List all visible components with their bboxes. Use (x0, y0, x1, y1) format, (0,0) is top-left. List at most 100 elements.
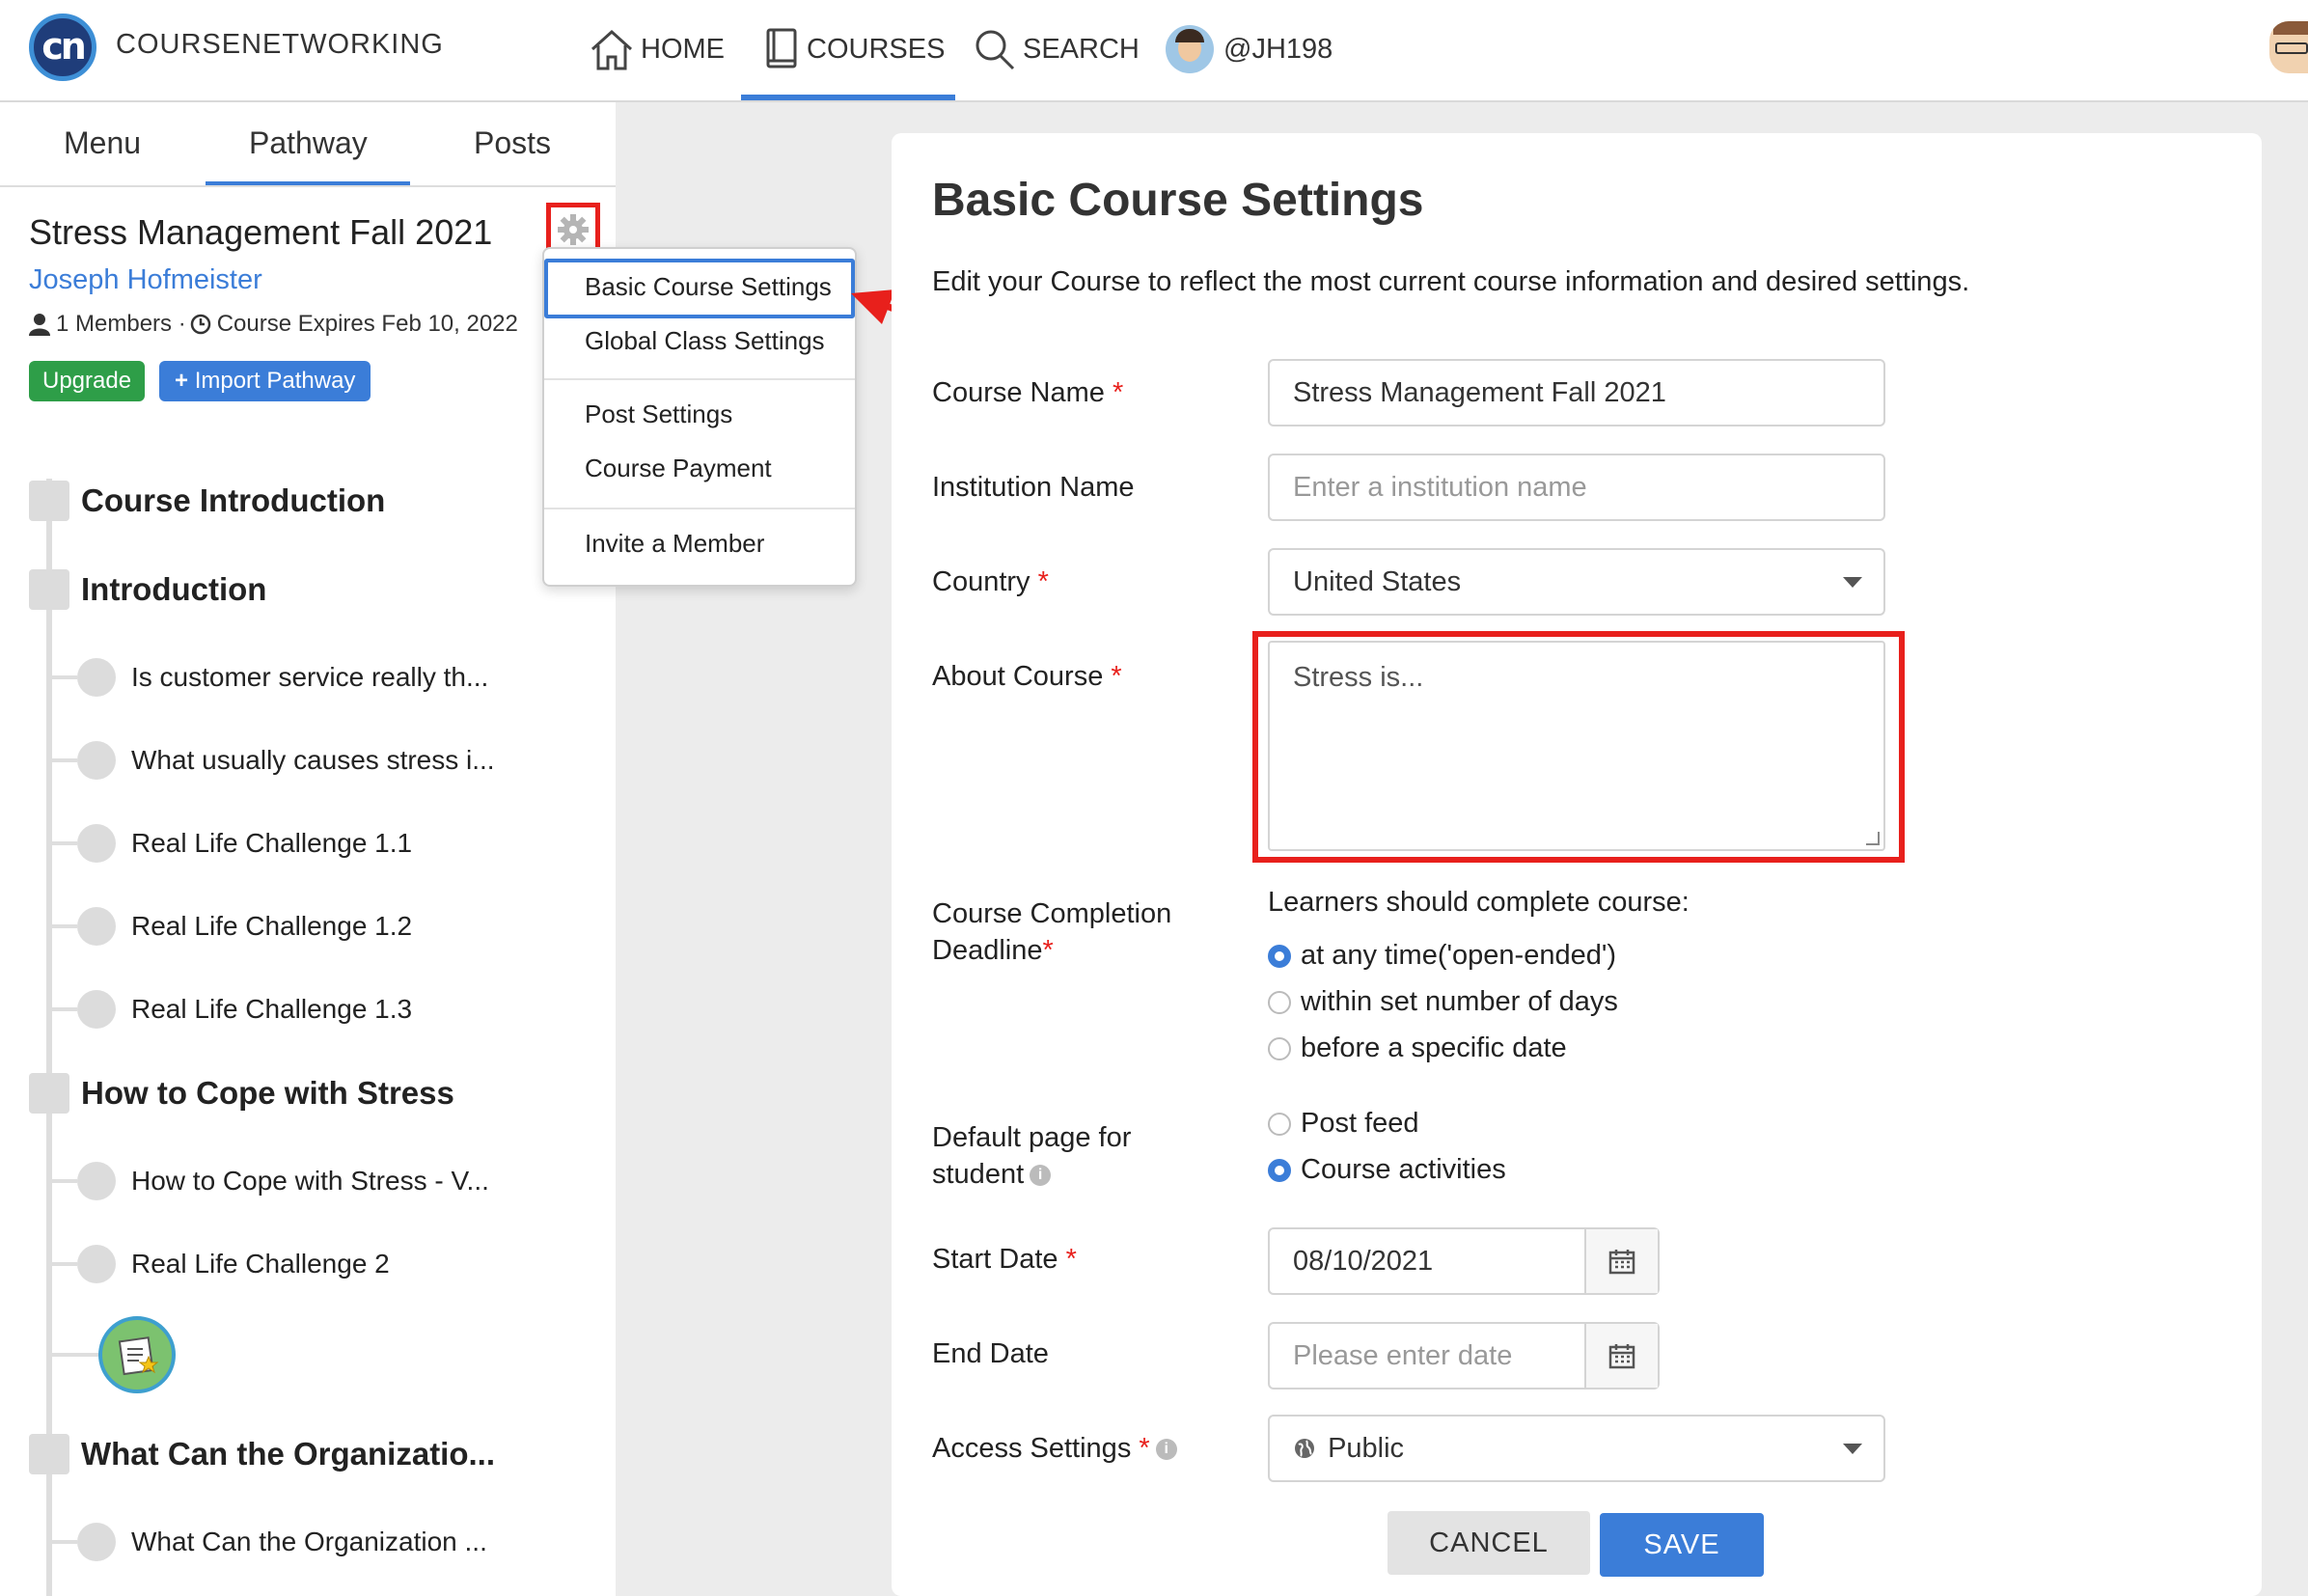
pathway-item[interactable]: What usually causes stress i... (52, 741, 495, 780)
cancel-button[interactable]: CANCEL (1388, 1511, 1590, 1575)
radio-set-days[interactable]: within set number of days (1268, 986, 1618, 1018)
section-marker-icon (29, 569, 69, 610)
certificate-badge-icon (98, 1316, 176, 1393)
nav-courses[interactable]: COURSES (762, 25, 945, 73)
section-marker-icon (29, 481, 69, 521)
item-connector (52, 1179, 77, 1183)
menu-item-global-class-settings[interactable]: Global Class Settings (585, 326, 825, 356)
menu-item-post-settings[interactable]: Post Settings (585, 399, 732, 429)
radio-specific-date[interactable]: before a specific date (1268, 1032, 1567, 1064)
tab-posts[interactable]: Posts (474, 125, 551, 161)
end-date-label: End Date (932, 1338, 1049, 1369)
end-date-placeholder: Please enter date (1293, 1340, 1513, 1371)
brand-name[interactable]: COURSENETWORKING (116, 29, 444, 61)
radio-button-selected[interactable] (1268, 944, 1291, 968)
calendar-icon (1608, 1250, 1635, 1275)
end-date-input[interactable]: Please enter date (1268, 1322, 1660, 1390)
completion-prompt: Learners should complete course: (1268, 887, 1690, 918)
radio-button[interactable] (1268, 1036, 1291, 1060)
tab-active-indicator (206, 181, 410, 185)
about-course-textarea[interactable]: Stress is... (1268, 641, 1885, 851)
course-expiry: Course Expires Feb 10, 2022 (216, 311, 518, 337)
institution-name-input[interactable]: Enter a institution name (1268, 454, 1885, 521)
required-mark: * (1112, 377, 1124, 408)
item-status-icon (77, 1162, 116, 1200)
nav-user-profile[interactable]: @JH198 (1166, 25, 1333, 73)
radio-label: Course activities (1301, 1154, 1506, 1185)
about-course-label-text: About Course (932, 661, 1104, 692)
required-mark: * (1065, 1244, 1077, 1275)
default-page-label-line2: student (932, 1159, 1025, 1190)
radio-post-feed[interactable]: Post feed (1268, 1108, 1419, 1140)
tab-menu[interactable]: Menu (64, 125, 141, 161)
nav-search-label: SEARCH (1023, 33, 1140, 65)
item-label: Real Life Challenge 1.2 (131, 911, 413, 941)
nav-search[interactable]: SEARCH (973, 25, 1140, 73)
nav-courses-label: COURSES (807, 33, 946, 65)
country-select[interactable]: United States (1268, 548, 1885, 616)
access-settings-select[interactable]: Public (1268, 1415, 1885, 1482)
radio-course-activities[interactable]: Course activities (1268, 1154, 1506, 1186)
clock-icon (190, 314, 210, 335)
pathway-item[interactable]: What Can the Organization ... (52, 1523, 487, 1561)
radio-button[interactable] (1268, 990, 1291, 1014)
pathway-item[interactable]: Real Life Challenge 1.3 (52, 990, 412, 1029)
access-settings-value: Public (1328, 1433, 1405, 1464)
section-label: How to Cope with Stress (81, 1075, 454, 1111)
about-course-value: Stress is... (1293, 662, 1424, 693)
save-button[interactable]: SAVE (1600, 1513, 1764, 1577)
access-settings-label-text: Access Settings (932, 1433, 1132, 1464)
item-connector (52, 1353, 98, 1357)
chevron-down-icon (1843, 1444, 1862, 1454)
pathway-section[interactable]: Course Introduction (29, 481, 385, 521)
menu-item-basic-course-settings[interactable]: Basic Course Settings (585, 272, 832, 302)
radio-open-ended[interactable]: at any time('open-ended') (1268, 940, 1616, 972)
radio-button[interactable] (1268, 1112, 1291, 1136)
end-date-calendar-button[interactable] (1584, 1324, 1658, 1388)
pathway-item[interactable]: Is customer service really th... (52, 658, 488, 697)
pathway-item[interactable]: Real Life Challenge 2 (52, 1245, 390, 1283)
section-label: What Can the Organizatio... (81, 1436, 496, 1472)
left-sidebar: Menu Pathway Posts Stress Management Fal… (0, 102, 616, 1596)
user-avatar (1166, 25, 1214, 73)
info-icon[interactable]: i (1155, 1439, 1177, 1461)
coursenetworking-logo[interactable]: cn (29, 14, 96, 81)
search-icon (975, 30, 1015, 70)
pathway-badge-item[interactable] (52, 1316, 176, 1393)
menu-item-course-payment[interactable]: Course Payment (585, 454, 772, 483)
start-date-label-text: Start Date (932, 1244, 1058, 1275)
tab-pathway[interactable]: Pathway (249, 125, 368, 161)
item-label: Real Life Challenge 1.3 (131, 994, 413, 1024)
pathway-section[interactable]: How to Cope with Stress (29, 1073, 454, 1114)
pathway-section[interactable]: Introduction (29, 569, 266, 610)
default-page-label-line1: Default page for (932, 1122, 1132, 1153)
menu-item-invite-member[interactable]: Invite a Member (585, 529, 764, 559)
dropdown-divider (544, 508, 855, 509)
section-label: Introduction (81, 571, 267, 607)
section-marker-icon (29, 1434, 69, 1474)
start-date-calendar-button[interactable] (1584, 1229, 1658, 1293)
instructor-link[interactable]: Joseph Hofmeister (29, 264, 262, 296)
pathway-section[interactable]: What Can the Organizatio... (29, 1434, 495, 1474)
pathway-item[interactable]: How to Cope with Stress - V... (52, 1162, 489, 1200)
course-name-input[interactable]: Stress Management Fall 2021 (1268, 359, 1885, 427)
start-date-value: 08/10/2021 (1293, 1246, 1434, 1277)
nav-home[interactable]: HOME (589, 25, 725, 73)
chevron-down-icon (1843, 577, 1862, 588)
section-label: Course Introduction (81, 482, 386, 518)
start-date-input[interactable]: 08/10/2021 (1268, 1227, 1660, 1295)
resize-handle-icon[interactable] (1866, 832, 1880, 845)
item-status-icon (77, 824, 116, 863)
plus-icon: + (175, 368, 189, 394)
pathway-item[interactable]: Real Life Challenge 1.1 (52, 824, 412, 863)
upgrade-button[interactable]: Upgrade (29, 361, 146, 401)
item-label: Is customer service really th... (131, 662, 489, 692)
completion-deadline-label: Course Completion Deadline* (932, 895, 1171, 969)
account-avatar[interactable] (2269, 21, 2308, 73)
item-status-icon (77, 1245, 116, 1283)
import-pathway-button[interactable]: + Import Pathway (159, 361, 371, 401)
radio-button-selected[interactable] (1268, 1158, 1291, 1182)
info-icon[interactable]: i (1030, 1165, 1052, 1187)
pathway-item[interactable]: Real Life Challenge 1.2 (52, 907, 412, 946)
item-connector (52, 1262, 77, 1266)
